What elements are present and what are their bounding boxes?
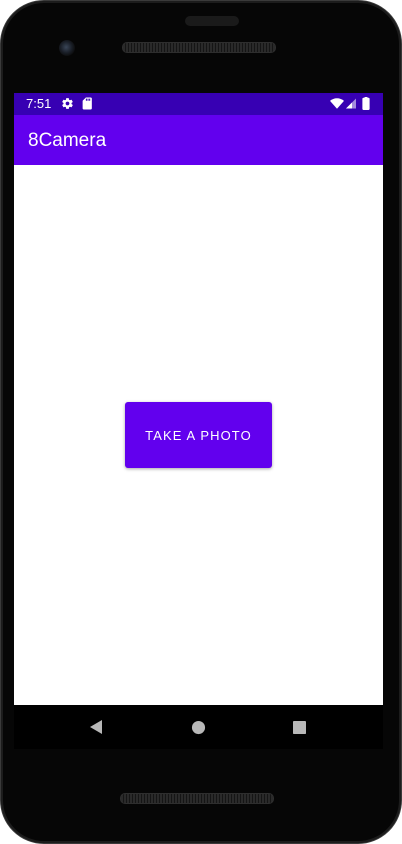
recents-icon[interactable] — [293, 721, 306, 734]
earpiece-speaker — [122, 42, 276, 53]
status-bar: 7:51 — [14, 93, 383, 115]
wifi-icon — [330, 98, 344, 109]
navigation-bar — [14, 705, 383, 749]
settings-gear-icon — [62, 98, 73, 109]
screen: 7:51 8Camera TAKE A PHOTO — [14, 93, 383, 705]
back-icon[interactable] — [88, 719, 104, 735]
status-time: 7:51 — [26, 96, 52, 111]
cellular-signal-icon — [346, 98, 356, 109]
main-content: TAKE A PHOTO — [14, 165, 383, 705]
battery-icon — [362, 97, 370, 110]
front-camera-icon — [59, 40, 75, 56]
phone-device: 7:51 8Camera TAKE A PHOTO — [0, 0, 402, 844]
sd-card-icon — [82, 97, 92, 110]
home-icon[interactable] — [191, 720, 206, 735]
bottom-speaker — [120, 793, 274, 804]
app-title: 8Camera — [28, 130, 107, 151]
app-bar: 8Camera — [14, 115, 383, 165]
take-photo-button[interactable]: TAKE A PHOTO — [125, 402, 272, 468]
top-notch-slot — [185, 16, 239, 26]
